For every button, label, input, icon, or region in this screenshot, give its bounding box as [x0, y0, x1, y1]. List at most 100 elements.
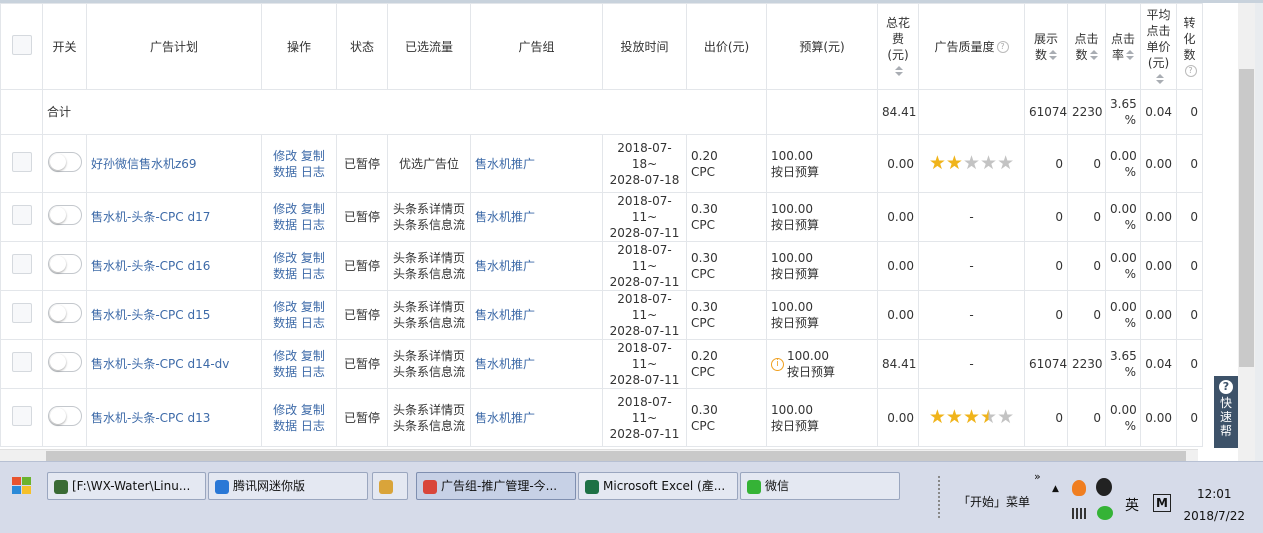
budget-value: 100.00 — [771, 202, 813, 216]
plan-name-link[interactable]: 好孙微信售水机z69 — [86, 134, 262, 193]
row-checkbox[interactable] — [11, 405, 32, 426]
plan-switch[interactable] — [47, 405, 82, 426]
bid-type: CPC — [691, 267, 715, 281]
col-ctr[interactable]: 点击率 — [1105, 3, 1141, 90]
bid-value: 0.20 — [691, 349, 718, 363]
wechat-tray-icon[interactable] — [1097, 506, 1113, 520]
log-link[interactable]: 日志 — [301, 419, 325, 433]
network-icon[interactable] — [1072, 508, 1088, 519]
sort-icon[interactable] — [1126, 50, 1134, 60]
taskbar-button[interactable]: 微信 — [740, 472, 900, 500]
copy-link[interactable]: 复制 — [301, 251, 325, 265]
ime-mode[interactable]: M — [1153, 494, 1171, 512]
plan-switch[interactable] — [47, 352, 82, 372]
edit-link[interactable]: 修改 — [273, 403, 297, 417]
ad-group-link[interactable]: 售水机推广 — [470, 339, 603, 389]
log-link[interactable]: 日志 — [301, 218, 325, 232]
tray-expand-icon[interactable]: ▲ — [1052, 484, 1059, 494]
ctr-value: 0.00 % — [1105, 290, 1141, 340]
plan-switch[interactable] — [47, 303, 82, 323]
log-link[interactable]: 日志 — [301, 267, 325, 281]
help-icon[interactable]: ? — [1184, 65, 1197, 77]
edit-link[interactable]: 修改 — [273, 149, 297, 163]
row-checkbox[interactable] — [11, 254, 32, 274]
row-checkbox[interactable] — [11, 205, 32, 225]
cost-value: 84.41 — [877, 339, 919, 389]
ad-group-link[interactable]: 售水机推广 — [470, 388, 603, 447]
copy-link[interactable]: 复制 — [301, 202, 325, 216]
cost-value: 0.00 — [877, 241, 919, 291]
sort-icon[interactable] — [1155, 74, 1164, 84]
time-end: 2028-07-11 — [609, 275, 680, 289]
data-link[interactable]: 数据 — [273, 365, 297, 379]
data-link[interactable]: 数据 — [273, 316, 297, 330]
col-clicks[interactable]: 点击数 — [1067, 3, 1106, 90]
plan-name-link[interactable]: 售水机-头条-CPC d17 — [86, 192, 262, 242]
data-link[interactable]: 数据 — [273, 419, 297, 433]
impr-value: 0 — [1024, 134, 1068, 193]
clock[interactable]: 12:01 2018/7/22 — [1183, 483, 1245, 527]
warning-icon[interactable]: i — [771, 358, 784, 371]
ad-group-link[interactable]: 售水机推广 — [470, 241, 603, 291]
col-cost[interactable]: 总花费(元) — [877, 3, 919, 90]
row-checkbox[interactable] — [11, 151, 32, 172]
copy-link[interactable]: 复制 — [301, 403, 325, 417]
edit-link[interactable]: 修改 — [273, 202, 297, 216]
taskbar-button[interactable] — [372, 472, 408, 500]
row-checkbox[interactable] — [11, 303, 32, 323]
plan-name-link[interactable]: 售水机-头条-CPC d16 — [86, 241, 262, 291]
plan-name-link[interactable]: 售水机-头条-CPC d15 — [86, 290, 262, 340]
toolbar-expand-icon[interactable]: » — [1034, 470, 1041, 483]
sort-icon[interactable] — [1049, 50, 1057, 60]
select-all-checkbox[interactable] — [11, 34, 32, 55]
start-menu-toolbar[interactable]: 「开始」菜单 — [958, 493, 1030, 510]
cpc-value: 0.00 — [1140, 134, 1177, 193]
data-link[interactable]: 数据 — [273, 218, 297, 232]
vertical-scroll-thumb[interactable] — [1239, 69, 1254, 367]
cost-value: 0.00 — [877, 134, 919, 193]
sort-icon[interactable] — [1089, 50, 1098, 60]
app-icon — [747, 479, 761, 494]
col-impr[interactable]: 展示数 — [1024, 3, 1068, 90]
plan-name-link[interactable]: 售水机-头条-CPC d14-dv — [86, 339, 262, 389]
ime-language[interactable]: 英 — [1125, 495, 1139, 515]
log-link[interactable]: 日志 — [301, 165, 325, 179]
data-link[interactable]: 数据 — [273, 267, 297, 281]
copy-link[interactable]: 复制 — [301, 149, 325, 163]
qq-icon[interactable] — [1096, 478, 1112, 496]
col-plan: 广告计划 — [86, 3, 262, 90]
col-conv: 转化数? — [1176, 3, 1203, 90]
budget-type: 按日预算 — [771, 267, 820, 281]
horizontal-scrollbar[interactable] — [0, 449, 1198, 461]
ad-group-link[interactable]: 售水机推广 — [470, 134, 603, 193]
row-checkbox[interactable] — [11, 352, 32, 372]
vertical-scrollbar[interactable] — [1238, 3, 1255, 461]
copy-link[interactable]: 复制 — [301, 300, 325, 314]
windows-start-icon[interactable] — [12, 477, 32, 495]
taskbar-button[interactable]: Microsoft Excel (產... — [578, 472, 738, 500]
copy-link[interactable]: 复制 — [301, 349, 325, 363]
taskbar-button[interactable]: [F:\WX-Water\Linu... — [47, 472, 206, 500]
plan-switch[interactable] — [47, 151, 82, 172]
horizontal-scroll-thumb[interactable] — [46, 451, 1186, 461]
ad-group-link[interactable]: 售水机推广 — [470, 192, 603, 242]
edit-link[interactable]: 修改 — [273, 251, 297, 265]
taskbar-button[interactable]: 腾讯网迷你版 — [208, 472, 368, 500]
edit-link[interactable]: 修改 — [273, 349, 297, 363]
plan-switch[interactable] — [47, 254, 82, 274]
edit-link[interactable]: 修改 — [273, 300, 297, 314]
ad-group-link[interactable]: 售水机推广 — [470, 290, 603, 340]
data-link[interactable]: 数据 — [273, 165, 297, 179]
log-link[interactable]: 日志 — [301, 316, 325, 330]
sort-icon[interactable] — [895, 66, 903, 76]
taskbar-button[interactable]: 广告组-推广管理-今... — [416, 472, 576, 500]
flame-icon[interactable] — [1072, 480, 1086, 496]
star-icon: ★ — [962, 406, 981, 428]
plan-switch[interactable] — [47, 205, 82, 225]
log-link[interactable]: 日志 — [301, 365, 325, 379]
plan-name-link[interactable]: 售水机-头条-CPC d13 — [86, 388, 262, 447]
cpc-value: 0.00 — [1140, 241, 1177, 291]
col-cpc[interactable]: 平均点击单价(元) — [1140, 3, 1177, 90]
quick-help-button[interactable]: ? 快 速 帮 — [1214, 376, 1238, 448]
help-icon[interactable]: ? — [996, 41, 1009, 53]
